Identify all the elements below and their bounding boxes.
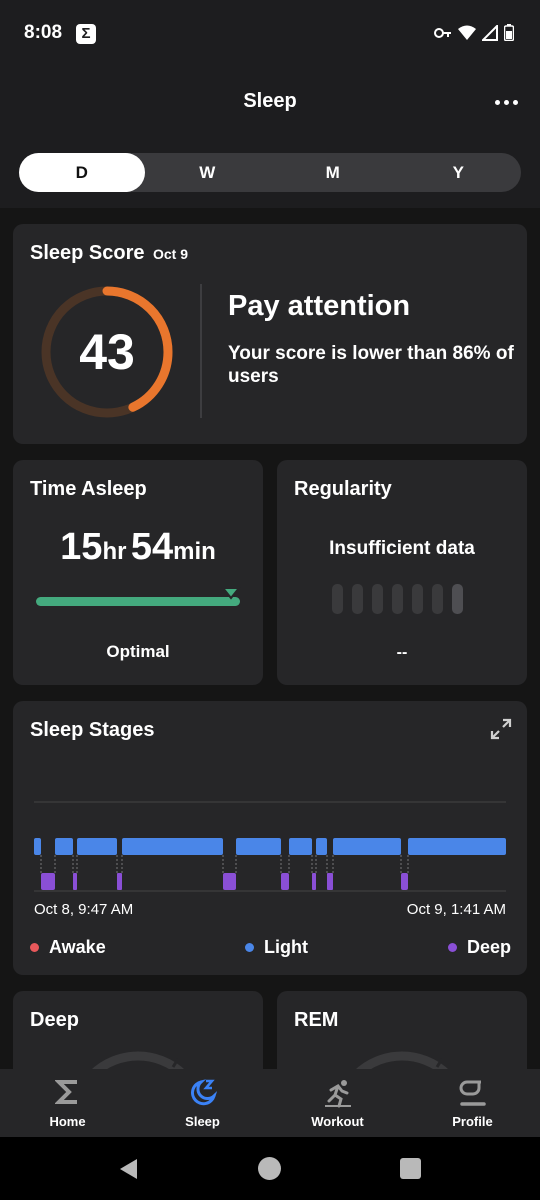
app-header: Sleep D W M Y [0,66,540,208]
regularity-placeholder-bars [332,584,463,614]
deep-dot-icon [447,943,457,952]
sigma-icon [54,1080,77,1104]
hours-value: 15 [60,526,103,568]
tab-sleep[interactable]: Sleep [135,1069,270,1137]
sleep-score-title: Sleep Score [30,242,145,264]
tab-label: Profile [452,1114,493,1129]
tab-label: Workout [311,1114,364,1129]
minutes-value: 54 [130,526,174,568]
chart-start-time: Oct 8, 9:47 AM [34,901,134,918]
score-headline: Pay attention [228,290,411,322]
sleep-stages-card[interactable]: Sleep Stages Oct 8, 9:47 AM Oct 9, 1:41 … [13,701,527,975]
light-dot-icon [245,943,254,952]
sleep-stages-chart [34,801,506,892]
back-icon[interactable] [117,1157,139,1181]
regularity-value: -- [396,644,408,661]
sigma-notification-icon: Σ [76,24,96,44]
system-navigation-bar [0,1137,540,1200]
segment-week[interactable]: W [145,153,271,192]
time-asleep-bar [36,597,240,606]
deep-title: Deep [30,1009,79,1031]
regularity-card[interactable]: Regularity Insufficient data -- [277,460,527,685]
divider [200,284,202,418]
segment-day[interactable]: D [19,153,145,192]
chart-end-time: Oct 9, 1:41 AM [406,901,506,918]
legend-label: Light [264,937,308,957]
status-icons [434,24,514,41]
hours-unit: hr [102,538,127,565]
time-asleep-card[interactable]: Time Asleep 15hr 54min Optimal [13,460,263,685]
regularity-title: Regularity [294,478,392,500]
regularity-message: Insufficient data [329,538,475,559]
period-selector: D W M Y [19,153,521,192]
profile-icon [459,1080,486,1106]
awake-dot-icon [30,943,39,952]
home-circle-icon[interactable] [258,1157,281,1180]
legend-label: Awake [49,937,106,957]
page-title: Sleep [243,90,297,112]
tab-workout[interactable]: Workout [270,1069,405,1137]
score-description: Your score is lower than 86% of users [228,343,514,387]
tab-label: Home [49,1114,86,1129]
battery-icon [504,24,514,41]
legend-label: Deep [466,937,511,957]
rem-title: REM [294,1009,339,1031]
tab-profile[interactable]: Profile [405,1069,540,1137]
marker-triangle-icon [221,587,241,600]
sleep-score-date: Oct 9 [153,246,189,262]
signal-icon [482,24,498,41]
key-icon [434,27,451,38]
time-asleep-value: 15hr 54min [13,526,263,569]
more-options-button[interactable] [494,92,518,112]
time-asleep-title: Time Asleep [30,478,147,500]
status-time: 8:08 [24,22,63,43]
bottom-tab-bar: Home Sleep Workout Profile [0,1069,540,1137]
wifi-icon [458,25,476,40]
segment-year[interactable]: Y [396,153,522,192]
tab-home[interactable]: Home [0,1069,135,1137]
runner-icon [324,1080,351,1108]
legend-deep: Deep [447,937,511,958]
time-asleep-status: Optimal [106,642,170,661]
legend-light: Light [245,937,308,958]
status-bar: 8:08 Σ [0,0,540,66]
recents-square-icon[interactable] [400,1158,421,1179]
sleep-score-value: 43 [79,324,135,380]
moon-icon [190,1079,217,1106]
tab-label: Sleep [185,1114,220,1129]
legend-awake: Awake [30,937,106,958]
minutes-unit: min [173,538,216,565]
sleep-score-card[interactable]: Sleep Score Oct 9 43 Pay attention Your … [13,224,527,444]
segment-month[interactable]: M [270,153,396,192]
